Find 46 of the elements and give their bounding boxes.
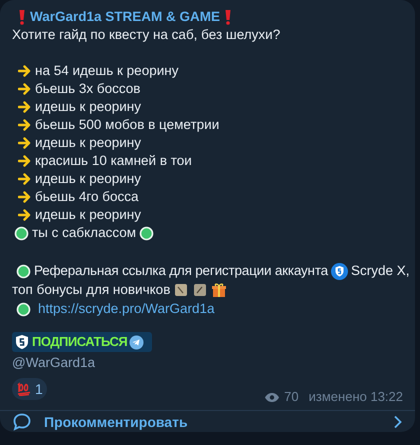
circle-icon [14,226,29,240]
message-text: бьешь 4го босса [35,188,139,206]
edited-time: изменено 13:22 [308,388,403,406]
subscribe-banner[interactable]: ПОДПИСАТЬСЯ [12,332,152,352]
shield-icon [14,334,30,350]
message-text: топ бонусы для новичков [12,281,170,299]
message-text: бьешь 3х боссов [35,80,140,98]
message-text: ты с сабклассом [32,224,136,242]
arrow-icon [18,209,31,221]
arrow-icon [18,101,31,113]
speech-bubble-icon [12,412,32,432]
reaction-button[interactable]: 1 [12,378,47,400]
message-text: идешь к реорину [35,134,141,152]
link[interactable]: https://scryde.pro/WarGard1a [38,300,215,318]
message-text: Хотите гайд по квесту на саб, без шелухи? [12,26,282,44]
comment-button[interactable]: Прокомментировать [0,411,415,432]
arrow-icon [18,137,31,149]
gift-icon [211,282,228,298]
arrow-icon [18,65,31,77]
arrow-icon [18,119,31,131]
channel-handle: @WarGard1a [12,354,96,372]
subscribe-label: ПОДПИСАТЬСЯ [32,333,128,351]
circle-icon [16,302,31,316]
arrow-icon [18,83,31,95]
message-text: идешь к реорину [35,206,141,224]
circle-icon [16,264,31,278]
message-text: Scryde X, [350,262,410,280]
message-text: идешь к реорину [35,98,141,116]
arrow-icon [18,155,31,167]
arrow-icon [18,173,31,185]
telegram-icon [129,334,144,350]
hundred-points-icon [16,382,32,396]
channel-title: WarGard1a STREAM & GAME [30,8,220,26]
message-text: красишь 10 камней в тои [35,152,192,170]
chevron-right-icon [393,414,403,428]
circle-icon [139,226,154,240]
exclamation-icon [224,9,232,25]
message-text: Реферальная ссылка для регистрации аккаунта [34,262,328,280]
exclamation-icon [18,9,26,25]
eye-icon [264,392,280,402]
arrow-icon [18,191,31,203]
view-count: 70 [284,388,299,406]
message-text: идешь к реорину [35,170,141,188]
shield-icon [330,262,348,280]
message-text: на 54 идешь к реорину [35,62,178,80]
message-text: бьешь 500 мобов в цеметрии [35,116,220,134]
